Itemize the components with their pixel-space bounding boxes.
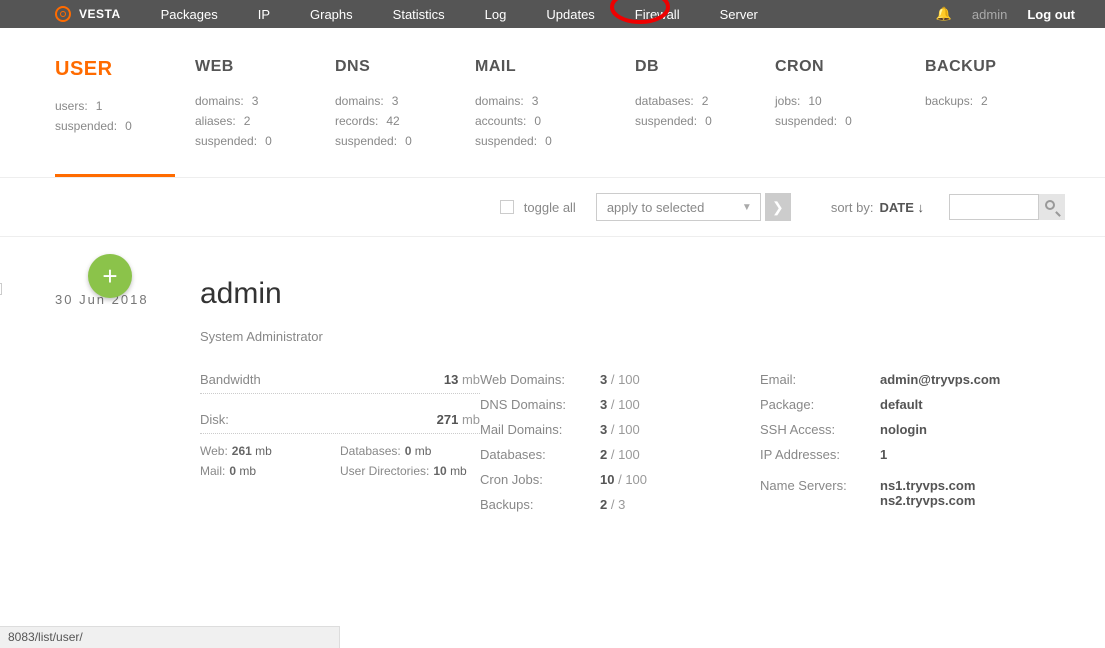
disk-row: Disk:271 mb	[200, 412, 480, 434]
user-item: 30 Jun 2018 admin System Administrator B…	[55, 237, 1065, 522]
sort-value[interactable]: DATE ↓	[879, 200, 924, 215]
user-role: System Administrator	[200, 329, 1065, 344]
apply-button[interactable]: ❯	[765, 193, 791, 221]
logout-link[interactable]: Log out	[1027, 7, 1075, 22]
vesta-logo-icon	[55, 6, 71, 22]
nav-graphs[interactable]: Graphs	[290, 0, 373, 28]
toolbar: toggle all apply to selected ▼ ❯ sort by…	[0, 178, 1105, 236]
nav-items: Packages IP Graphs Statistics Log Update…	[141, 0, 778, 28]
brand-text: VESTA	[79, 7, 121, 21]
bell-icon[interactable]: 🔔	[936, 6, 952, 22]
toggle-all-checkbox[interactable]	[500, 200, 514, 214]
nav-updates[interactable]: Updates	[526, 0, 614, 28]
item-date: 30 Jun 2018	[55, 277, 200, 522]
nav-firewall[interactable]: Firewall	[615, 0, 700, 28]
stats-cron[interactable]: CRON jobs:10 suspended:0	[775, 58, 925, 154]
chevron-right-icon: ❯	[772, 199, 784, 216]
status-bar: 8083/list/user/	[0, 626, 340, 648]
current-user[interactable]: admin	[972, 7, 1007, 22]
stats-title-user: USER	[55, 58, 195, 81]
search-icon	[1045, 200, 1059, 214]
nav-server[interactable]: Server	[700, 0, 778, 28]
add-button[interactable]: +	[88, 254, 132, 298]
nav-statistics[interactable]: Statistics	[373, 0, 465, 28]
search-input[interactable]	[949, 194, 1039, 220]
stats-mail[interactable]: MAIL domains:3 accounts:0 suspended:0	[475, 58, 635, 154]
search-button[interactable]	[1039, 194, 1065, 220]
stats-backup[interactable]: BACKUP backups:2	[925, 58, 1065, 154]
user-name[interactable]: admin	[200, 277, 1065, 311]
nav-ip[interactable]: IP	[238, 0, 290, 28]
bulk-action-select[interactable]: apply to selected ▼	[596, 193, 761, 221]
topbar-right: 🔔 admin Log out	[936, 6, 1095, 22]
content: 30 Jun 2018 admin System Administrator B…	[0, 237, 1105, 562]
toggle-all[interactable]: toggle all	[500, 200, 576, 215]
topbar: VESTA Packages IP Graphs Statistics Log …	[0, 0, 1105, 28]
stats-row: USER users:1 suspended:0 WEB domains:3 a…	[0, 28, 1105, 174]
nav-log[interactable]: Log	[465, 0, 527, 28]
stats-web[interactable]: WEB domains:3 aliases:2 suspended:0	[195, 58, 335, 154]
stats-user[interactable]: USER users:1 suspended:0	[55, 58, 195, 154]
logo[interactable]: VESTA	[0, 6, 141, 22]
chevron-down-icon: ▼	[742, 202, 752, 213]
bandwidth-row: Bandwidth13 mb	[200, 372, 480, 394]
stats-dns[interactable]: DNS domains:3 records:42 suspended:0	[335, 58, 475, 154]
nav-packages[interactable]: Packages	[141, 0, 238, 28]
item-checkbox[interactable]	[0, 283, 2, 295]
search	[949, 194, 1065, 220]
plus-icon: +	[102, 261, 117, 292]
detail-grid: Bandwidth13 mb Disk:271 mb Web:261 mb Da…	[200, 372, 1065, 522]
sort-control: sort by: DATE ↓	[831, 200, 924, 215]
stats-db[interactable]: DB databases:2 suspended:0	[635, 58, 775, 154]
